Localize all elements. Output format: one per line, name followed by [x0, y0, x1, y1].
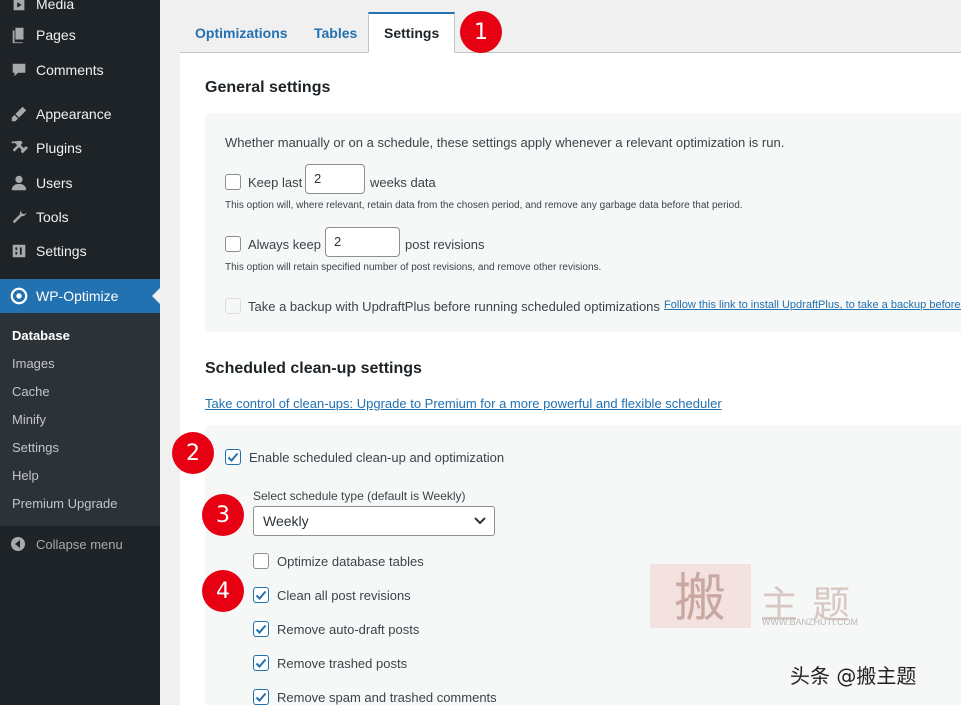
option-label: Remove trashed posts — [277, 656, 408, 671]
sidebar-item-tools[interactable]: Tools — [0, 200, 160, 234]
schedule-type-value: Weekly — [263, 513, 309, 529]
admin-sidebar: Media Pages Comments Appearance Plugins … — [0, 0, 160, 705]
settings-icon — [9, 241, 29, 261]
checkmark-icon — [255, 658, 267, 668]
general-settings-heading: General settings — [205, 79, 331, 96]
submenu-item-minify[interactable]: Minify — [12, 412, 46, 427]
option-label: Remove auto-draft posts — [277, 622, 420, 637]
keep-last-input[interactable]: 2 — [305, 164, 365, 194]
sidebar-item-wp-optimize[interactable]: WP-Optimize — [0, 279, 160, 313]
pages-icon — [9, 25, 29, 45]
keep-last-unit: weeks data — [370, 175, 436, 190]
tab-settings[interactable]: Settings — [368, 12, 456, 53]
premium-upgrade-link[interactable]: Take control of clean-ups: Upgrade to Pr… — [205, 396, 722, 411]
sidebar-item-settings[interactable]: Settings — [0, 234, 160, 268]
always-keep-help: This option will retain specified number… — [225, 262, 602, 273]
annotation-badge-4: 4 — [202, 570, 244, 612]
submenu-item-images[interactable]: Images — [12, 356, 55, 371]
tab-tables[interactable]: Tables — [299, 12, 372, 53]
checkmark-icon — [255, 590, 267, 600]
sidebar-item-pages[interactable]: Pages — [0, 18, 160, 52]
sidebar-item-label: Tools — [36, 209, 69, 225]
collapse-icon — [11, 537, 25, 551]
option-label: Optimize database tables — [277, 554, 424, 569]
option-checkbox-trashed-posts[interactable] — [253, 655, 269, 671]
watermark-url: WWW.BANZHUTI.COM — [762, 617, 858, 627]
collapse-menu-button[interactable]: Collapse menu — [0, 530, 160, 558]
checkmark-icon — [255, 692, 267, 702]
always-keep-label: Always keep — [248, 237, 321, 252]
comments-icon — [9, 60, 29, 80]
sidebar-item-label: Pages — [36, 27, 76, 43]
collapse-menu-label: Collapse menu — [36, 536, 123, 552]
sidebar-item-comments[interactable]: Comments — [0, 53, 160, 87]
chevron-down-icon — [474, 517, 486, 525]
enable-schedule-label: Enable scheduled clean-up and optimizati… — [249, 450, 505, 465]
submenu-item-help[interactable]: Help — [12, 468, 39, 483]
appearance-icon — [9, 104, 29, 124]
backup-label: Take a backup with UpdraftPlus before ru… — [248, 299, 660, 314]
svg-text:搬: 搬 — [674, 569, 726, 629]
media-icon — [9, 0, 29, 14]
schedule-type-select[interactable]: Weekly — [253, 506, 495, 536]
source-credit: 头条 @搬主题 — [790, 664, 917, 688]
checkmark-icon — [255, 624, 267, 634]
users-icon — [9, 173, 29, 193]
install-updraftplus-link[interactable]: Follow this link to install UpdraftPlus,… — [664, 299, 961, 311]
submenu-item-settings[interactable]: Settings — [12, 440, 59, 455]
wp-optimize-icon — [9, 286, 29, 306]
annotation-badge-1: 1 — [460, 11, 502, 53]
plugins-icon — [9, 138, 29, 158]
option-label: Remove spam and trashed comments — [277, 690, 497, 705]
submenu-item-cache[interactable]: Cache — [12, 384, 50, 399]
wp-optimize-submenu: Database Images Cache Minify Settings He… — [0, 313, 160, 526]
option-checkbox-post-revisions[interactable] — [253, 587, 269, 603]
tab-bar: Optimizations Tables Settings — [180, 12, 961, 53]
watermark: 搬 主题 WWW.BANZHUTI.COM — [648, 562, 880, 634]
option-checkbox-optimize-tables[interactable] — [253, 553, 269, 569]
sidebar-item-label: Comments — [36, 62, 104, 78]
option-label: Clean all post revisions — [277, 588, 411, 603]
sidebar-item-appearance[interactable]: Appearance — [0, 97, 160, 131]
sidebar-item-label: Appearance — [36, 106, 112, 122]
sidebar-item-label: Settings — [36, 243, 87, 259]
backup-checkbox[interactable] — [225, 298, 241, 314]
sidebar-item-label: Media — [36, 0, 75, 12]
enable-schedule-checkbox[interactable] — [225, 449, 241, 465]
sidebar-item-users[interactable]: Users — [0, 166, 160, 200]
watermark-logo-icon: 搬 — [650, 564, 751, 629]
scheduled-settings-heading: Scheduled clean-up settings — [205, 360, 422, 377]
sidebar-item-plugins[interactable]: Plugins — [0, 131, 160, 165]
keep-last-checkbox[interactable] — [225, 174, 241, 190]
always-keep-unit: post revisions — [405, 237, 485, 252]
tab-optimizations[interactable]: Optimizations — [180, 12, 303, 53]
sidebar-item-label: Users — [36, 175, 73, 191]
keep-last-label: Keep last — [248, 175, 303, 190]
keep-last-help: This option will, where relevant, retain… — [225, 200, 743, 211]
general-intro-text: Whether manually or on a schedule, these… — [225, 135, 785, 150]
always-keep-input[interactable]: 2 — [325, 227, 400, 257]
checkmark-icon — [227, 452, 239, 462]
sidebar-item-label: Plugins — [36, 140, 82, 156]
option-checkbox-auto-draft[interactable] — [253, 621, 269, 637]
submenu-item-premium-upgrade[interactable]: Premium Upgrade — [12, 496, 118, 511]
submenu-item-database[interactable]: Database — [12, 328, 70, 343]
schedule-type-label: Select schedule type (default is Weekly) — [253, 489, 466, 503]
option-checkbox-spam-comments[interactable] — [253, 689, 269, 705]
annotation-badge-3: 3 — [202, 494, 244, 536]
active-indicator — [152, 288, 160, 304]
annotation-badge-2: 2 — [172, 432, 214, 474]
sidebar-item-label: WP-Optimize — [36, 288, 119, 304]
tools-icon — [9, 207, 29, 227]
always-keep-checkbox[interactable] — [225, 236, 241, 252]
